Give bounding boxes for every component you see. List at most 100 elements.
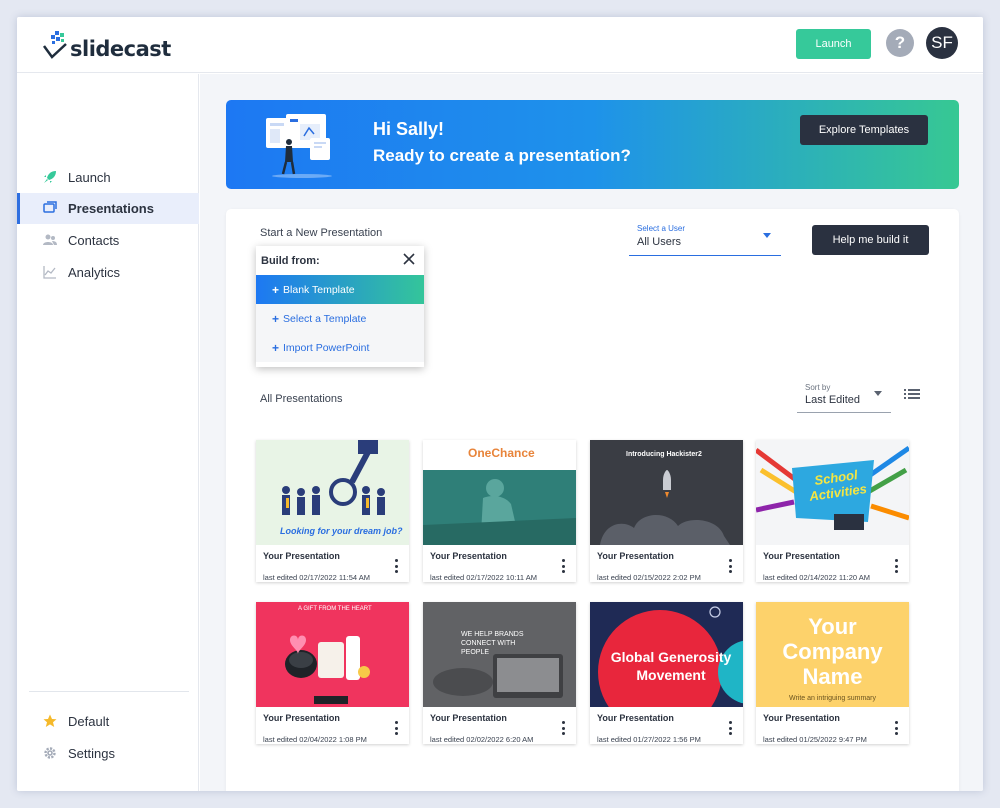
help-me-build-button[interactable]: Help me build it [812,225,929,255]
presentation-title: Your Presentation [430,551,507,561]
sidebar-item-launch[interactable]: Launch [17,162,199,193]
option-label: Select a Template [283,312,367,325]
import-powerpoint-option[interactable]: + Import PowerPoint [256,333,424,362]
presentation-thumbnail[interactable]: A GIFT FROM THE HEART [256,602,409,707]
more-options-icon[interactable] [727,721,733,735]
more-options-icon[interactable] [560,559,566,573]
presentation-thumbnail[interactable]: Looking for your dream job? [256,440,409,545]
presentation-card[interactable]: WE HELP BRANDS CONNECT WITH PEOPLE Your … [423,602,576,744]
gear-icon [43,746,57,760]
sidebar-item-settings[interactable]: Settings [17,738,199,769]
presentations-icon [43,201,57,215]
analytics-icon [43,265,57,279]
app-window: slidecast Launch ? SF Launch Presentatio… [17,17,983,791]
sort-value: Last Edited [805,394,861,406]
sidebar-item-default[interactable]: Default [17,706,199,737]
presentations-panel: Start a New Presentation Build from: + B… [226,209,959,791]
help-icon[interactable]: ? [886,29,914,57]
presentation-card[interactable]: School Activities Your Presentation last… [756,440,909,582]
thumbnail-text: OneChance [468,446,535,460]
sidebar-divider [29,691,189,692]
thumbnail-text: Looking for your dream job? [280,526,403,536]
all-presentations-label: All Presentations [260,393,343,405]
plus-icon: + [272,340,280,355]
presentation-thumbnail[interactable]: School Activities [756,440,909,545]
more-options-icon[interactable] [893,721,899,735]
close-icon[interactable] [402,252,416,266]
presentation-date: last edited 02/02/2022 6:20 AM [430,735,534,744]
chevron-down-icon [874,391,882,396]
presentation-title: Your Presentation [763,713,840,723]
presentation-date: last edited 02/14/2022 11:20 AM [763,573,871,582]
presentation-card[interactable]: A GIFT FROM THE HEART Your Presentation … [256,602,409,744]
presentation-thumbnail[interactable]: Global Generosity Movement [590,602,743,707]
presentation-illustration [266,114,332,178]
option-label: Import PowerPoint [283,341,370,354]
presentation-thumbnail[interactable]: WE HELP BRANDS CONNECT WITH PEOPLE [423,602,576,707]
list-view-icon[interactable] [904,387,920,401]
option-label: Blank Template [283,283,355,296]
thumbnail-subtext: Write an intriguing summary [788,695,876,702]
user-avatar[interactable]: SF [926,27,958,59]
sort-by-dropdown[interactable]: Sort by Last Edited [797,381,891,413]
sidebar: Launch Presentations Contacts Analytics [17,74,199,791]
welcome-banner: Hi Sally! Ready to create a presentation… [226,100,959,189]
more-options-icon[interactable] [393,721,399,735]
user-select-value: All Users [637,236,682,248]
presentation-card[interactable]: OneChance Your Presentation last edited … [423,440,576,582]
presentation-card[interactable]: Your Company Name Write an intriguing su… [756,602,909,744]
presentation-thumbnail[interactable]: Your Company Name Write an intriguing su… [756,602,909,707]
greeting-subtitle: Ready to create a presentation? [373,146,631,165]
presentation-thumbnail[interactable]: Introducing Hackister2 [590,440,743,545]
user-select-dropdown[interactable]: Select a User All Users [629,222,781,256]
sidebar-item-label: Settings [68,746,115,761]
greeting-title: Hi Sally! [373,119,445,139]
presentation-card[interactable]: Introducing Hackister2 Your Presentation… [590,440,743,582]
more-options-icon[interactable] [893,559,899,573]
presentation-date: last edited 02/15/2022 2:02 PM [597,573,701,582]
presentation-title: Your Presentation [263,713,340,723]
presentation-date: last edited 01/25/2022 9:47 PM [763,735,867,744]
sidebar-item-presentations[interactable]: Presentations [17,193,199,224]
presentation-title: Your Presentation [263,551,340,561]
build-from-title: Build from: [261,255,320,267]
thumbnail-photo [423,470,576,545]
more-options-icon[interactable] [393,559,399,573]
presentation-date: last edited 02/17/2022 10:11 AM [430,573,538,582]
main-content: Hi Sally! Ready to create a presentation… [200,74,983,791]
sidebar-item-label: Contacts [68,233,120,248]
thumbnail-text: WE HELP BRANDS CONNECT WITH PEOPLE [461,631,524,656]
contacts-icon [43,233,57,247]
star-icon [43,714,57,728]
sidebar-item-label: Default [68,714,110,729]
slidecast-logo[interactable]: slidecast [42,27,171,63]
slidecast-logo-icon [42,31,67,59]
plus-icon: + [272,282,280,297]
rocket-icon [43,170,57,184]
presentation-thumbnail[interactable]: OneChance [423,440,576,545]
presentation-card[interactable]: Looking for your dream job? Your Present… [256,440,409,582]
logo-text: slidecast [70,37,171,61]
blank-template-option[interactable]: + Blank Template [256,275,424,304]
sidebar-item-contacts[interactable]: Contacts [17,225,199,256]
presentation-title: Your Presentation [430,713,507,723]
sort-caption: Sort by [805,383,831,392]
top-bar: slidecast Launch ? SF [17,17,983,73]
presentation-card[interactable]: Global Generosity Movement Your Presenta… [590,602,743,744]
more-options-icon[interactable] [560,721,566,735]
sidebar-item-analytics[interactable]: Analytics [17,257,199,288]
presentation-date: last edited 02/17/2022 11:54 AM [263,573,371,582]
start-new-label: Start a New Presentation [260,227,383,239]
explore-templates-button[interactable]: Explore Templates [800,115,928,145]
sidebar-item-label: Launch [68,170,111,185]
more-options-icon[interactable] [727,559,733,573]
sidebar-item-label: Analytics [68,265,121,280]
presentation-title: Your Presentation [763,551,840,561]
select-template-option[interactable]: + Select a Template [256,304,424,333]
plus-icon: + [272,311,280,326]
thumbnail-text: Global Generosity Movement [610,649,732,683]
launch-button[interactable]: Launch [796,29,871,59]
chevron-down-icon [763,233,771,238]
sidebar-item-label: Presentations [68,201,154,216]
presentation-title: Your Presentation [597,551,674,561]
